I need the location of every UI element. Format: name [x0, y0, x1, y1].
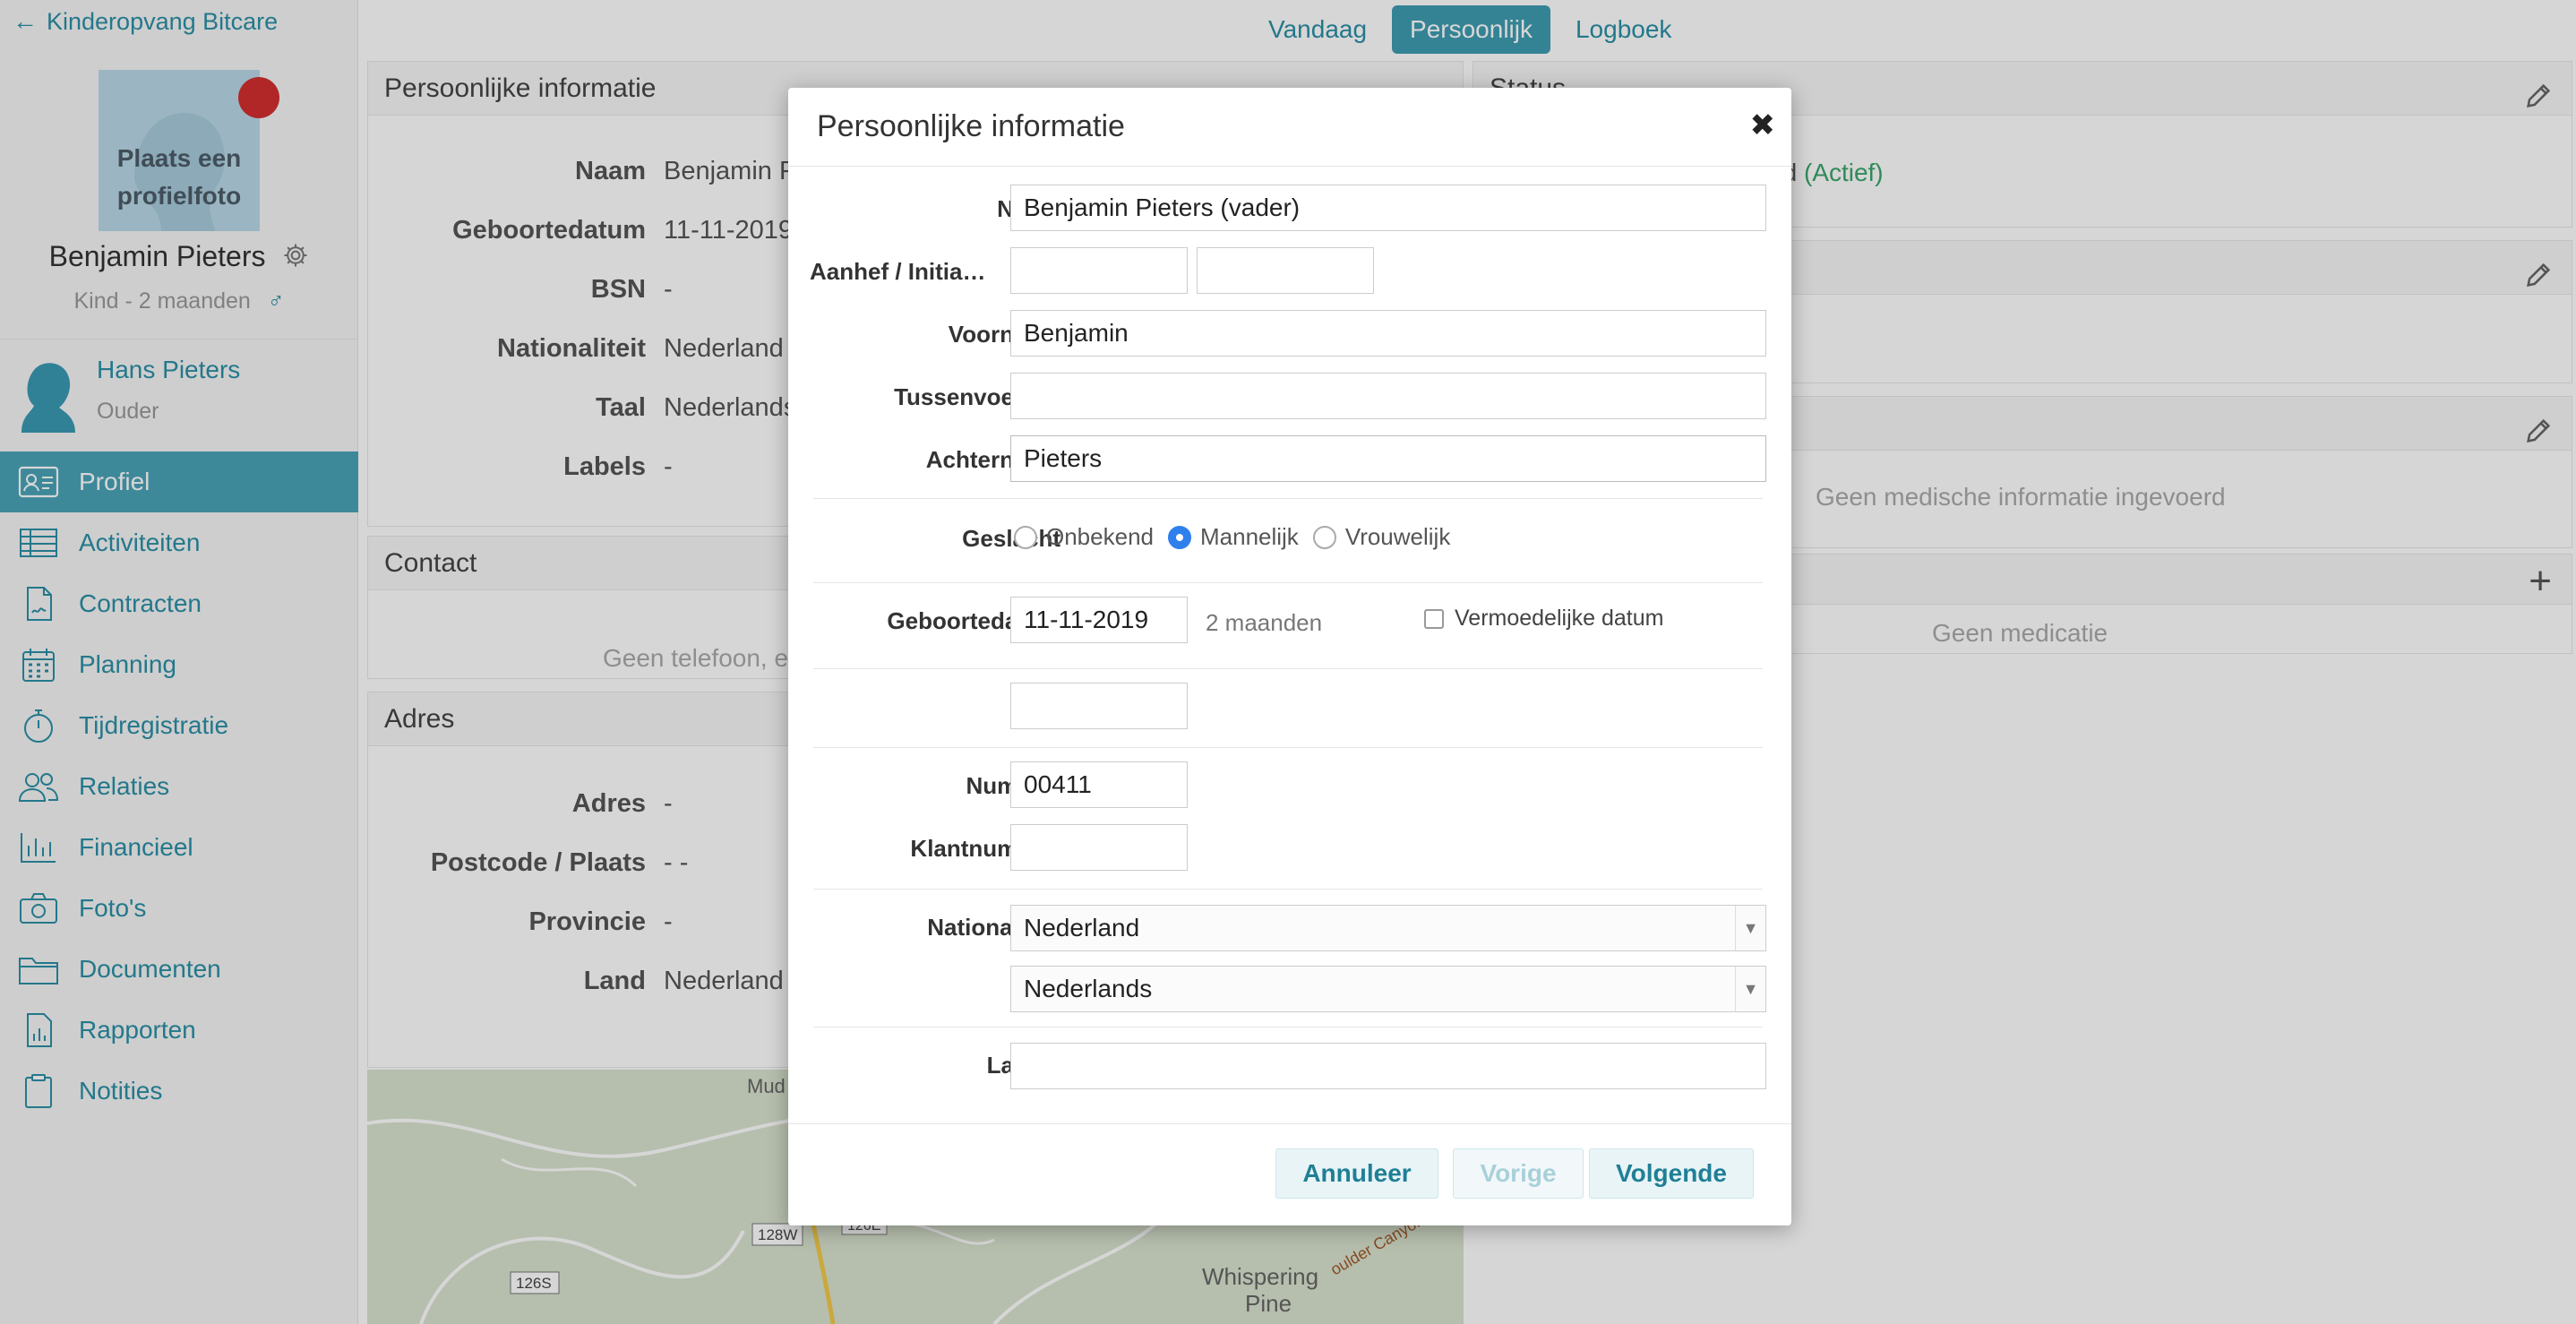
radio-onbekend[interactable]: Onbekend [1014, 523, 1154, 551]
labels-input[interactable] [1010, 1043, 1766, 1089]
chevron-down-icon[interactable]: ▼ [1735, 906, 1765, 950]
geboortedatum-input[interactable]: 11-11-2019 [1010, 597, 1188, 643]
cancel-button[interactable]: Annuleer [1275, 1148, 1438, 1199]
initialen-input[interactable] [1197, 247, 1374, 294]
divider [813, 889, 1763, 890]
divider [813, 498, 1763, 499]
taal-select[interactable]: Nederlands ▼ [1010, 966, 1766, 1012]
nationaliteit-select[interactable]: Nederland ▼ [1010, 905, 1766, 951]
personal-info-modal: Persoonlijke informatie ✖ Naam Benjamin … [788, 88, 1791, 1225]
radio-label: Mannelijk [1199, 523, 1299, 550]
nationaliteit-value: Nederland [1024, 914, 1140, 941]
klantnummer-input[interactable] [1010, 824, 1188, 871]
modal-footer-divider [788, 1123, 1791, 1124]
vermoedelijke-datum-row[interactable]: Vermoedelijke datum [1424, 606, 1663, 632]
aanhef-input[interactable] [1010, 247, 1188, 294]
voornaam-input[interactable]: Benjamin [1010, 310, 1766, 357]
radio-label: Vrouwelijk [1344, 523, 1451, 550]
achternaam-input[interactable]: Pieters [1010, 435, 1766, 482]
checkbox-label: Vermoedelijke datum [1455, 606, 1664, 631]
radio-circle[interactable] [1014, 525, 1037, 549]
radio-label: Onbekend [1046, 523, 1154, 550]
close-icon[interactable]: ✖ [1750, 107, 1776, 143]
chevron-down-icon[interactable]: ▼ [1735, 967, 1765, 1011]
age-text: 2 maanden [1206, 609, 1323, 636]
radio-circle-selected[interactable] [1167, 525, 1191, 549]
radio-circle[interactable] [1312, 525, 1336, 549]
geslacht-radio-group: Onbekend Mannelijk Vrouwelijk [1014, 523, 1464, 551]
radio-mannelijk[interactable]: Mannelijk [1167, 523, 1299, 551]
divider [813, 747, 1763, 748]
modal-header: Persoonlijke informatie ✖ [788, 88, 1791, 167]
taal-value: Nederlands [1024, 975, 1153, 1002]
bsn-input[interactable] [1010, 683, 1188, 729]
radio-vrouwelijk[interactable]: Vrouwelijk [1312, 523, 1451, 551]
tussenvoegsel-input[interactable] [1010, 373, 1766, 419]
divider [813, 668, 1763, 669]
previous-button[interactable]: Vorige [1453, 1148, 1584, 1199]
divider [813, 582, 1763, 583]
next-button[interactable]: Volgende [1589, 1148, 1754, 1199]
naam-input[interactable]: Benjamin Pieters (vader) [1010, 185, 1766, 231]
nummer-input[interactable]: 00411 [1010, 761, 1188, 808]
vermoedelijke-datum-checkbox[interactable] [1424, 608, 1444, 629]
modal-title: Persoonlijke informatie [817, 109, 1125, 143]
